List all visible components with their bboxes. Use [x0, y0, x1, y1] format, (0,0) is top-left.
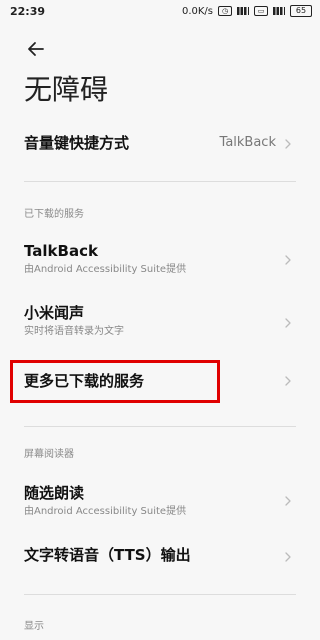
- status-indicators: 0.0K/s ◷ ▭ 65: [182, 5, 312, 17]
- screen-reader-header: 屏幕阅读器: [24, 449, 74, 460]
- chevron-right-icon: [285, 318, 291, 328]
- talkback-subtitle: 由Android Accessibility Suite提供: [24, 264, 187, 275]
- network-speed: 0.0K/s: [181, 5, 213, 17]
- tts-output-title: 文字转语音（TTS）输出: [24, 546, 191, 564]
- back-arrow-icon[interactable]: [24, 37, 48, 61]
- page-title: 无障碍: [24, 73, 109, 106]
- volume-key-shortcut-row[interactable]: 音量键快捷方式 TalkBack: [24, 128, 304, 158]
- divider: [24, 426, 296, 427]
- status-bar: 22:39 0.0K/s ◷ ▭ 65: [0, 0, 320, 24]
- divider: [24, 594, 296, 595]
- signal-icon-2: [273, 7, 285, 15]
- select-to-speak-row[interactable]: 随选朗读 由Android Accessibility Suite提供: [24, 482, 304, 524]
- volume-key-shortcut-label: 音量键快捷方式: [24, 134, 130, 152]
- volume-key-shortcut-value: TalkBack: [219, 135, 276, 150]
- chevron-right-icon: [285, 139, 291, 149]
- display-header: 显示: [24, 621, 44, 632]
- chevron-right-icon: [285, 496, 291, 506]
- select-to-speak-subtitle: 由Android Accessibility Suite提供: [24, 506, 187, 517]
- xiaomi-hear-title: 小米闻声: [24, 304, 85, 322]
- alarm-icon: ◷: [218, 6, 232, 16]
- select-to-speak-title: 随选朗读: [24, 484, 85, 502]
- signal-icon: [237, 7, 249, 15]
- notification-icon: ▭: [254, 6, 268, 16]
- talkback-row[interactable]: TalkBack 由Android Accessibility Suite提供: [24, 240, 304, 282]
- xiaomi-hear-row[interactable]: 小米闻声 实时将语音转录为文字: [24, 302, 304, 344]
- xiaomi-hear-subtitle: 实时将语音转录为文字: [24, 326, 124, 337]
- battery-icon: 65: [290, 5, 312, 17]
- talkback-title: TalkBack: [24, 242, 98, 260]
- tts-output-row[interactable]: 文字转语音（TTS）输出: [24, 544, 304, 574]
- status-time: 22:39: [10, 5, 46, 18]
- divider: [24, 181, 296, 182]
- chevron-right-icon: [285, 376, 291, 386]
- highlight-annotation: [10, 360, 220, 403]
- chevron-right-icon: [285, 552, 291, 562]
- downloaded-services-header: 已下载的服务: [24, 209, 84, 220]
- chevron-right-icon: [285, 255, 291, 265]
